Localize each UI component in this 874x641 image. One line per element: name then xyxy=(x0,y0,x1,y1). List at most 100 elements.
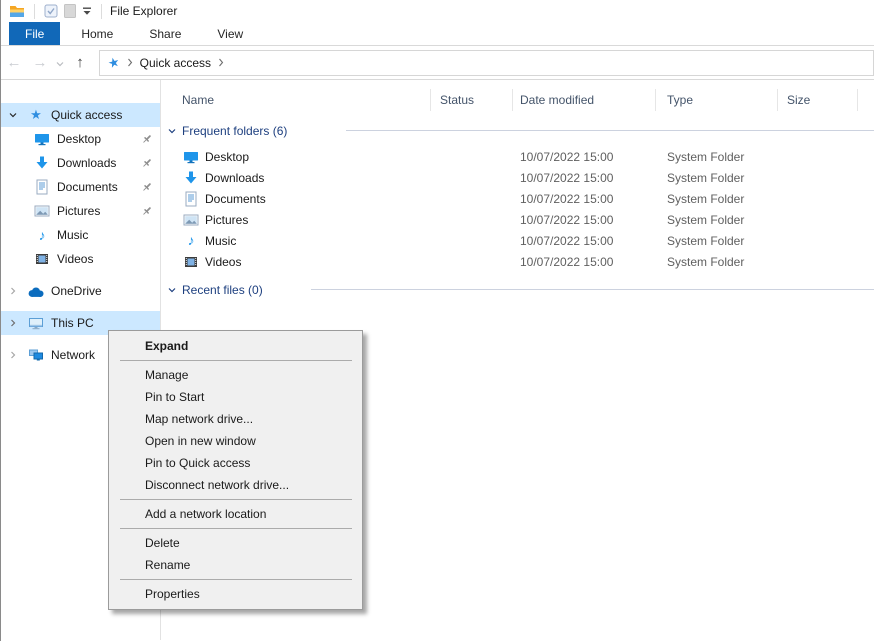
column-separator[interactable] xyxy=(857,89,858,111)
menu-item-rename[interactable]: Rename xyxy=(109,554,362,576)
column-separator[interactable] xyxy=(655,89,656,111)
chevron-right-icon[interactable] xyxy=(8,318,20,328)
file-type: System Folder xyxy=(667,231,744,252)
menu-separator xyxy=(120,360,352,361)
title-bar: File Explorer xyxy=(1,0,874,22)
menu-item-manage[interactable]: Manage xyxy=(109,364,362,386)
column-separator[interactable] xyxy=(777,89,778,111)
sidebar-item-label: Network xyxy=(51,348,95,362)
sidebar-item-videos[interactable]: Videos xyxy=(1,247,160,271)
column-separator[interactable] xyxy=(430,89,431,111)
titlebar-separator xyxy=(34,4,35,19)
column-header-name[interactable]: Name xyxy=(182,86,214,114)
menu-item-add-network-location[interactable]: Add a network location xyxy=(109,503,362,525)
back-arrow-icon[interactable]: ← xyxy=(1,50,27,76)
qat-newfolder-icon[interactable] xyxy=(61,1,79,21)
file-name: Desktop xyxy=(205,147,249,168)
desktop-icon xyxy=(183,149,199,165)
sidebar-item-quick-access[interactable]: ★ Quick access xyxy=(1,103,160,127)
chevron-down-icon xyxy=(167,285,177,295)
menu-item-disconnect-network-drive[interactable]: Disconnect network drive... xyxy=(109,474,362,496)
file-name: Videos xyxy=(205,252,241,273)
file-name: Downloads xyxy=(205,168,264,189)
file-date-modified: 10/07/2022 15:00 xyxy=(520,147,613,168)
qat-properties-icon[interactable] xyxy=(41,1,61,21)
menu-item-delete[interactable]: Delete xyxy=(109,532,362,554)
window-title: File Explorer xyxy=(110,4,177,18)
qat-customize-caret-icon[interactable] xyxy=(79,1,95,21)
sidebar-item-label: Videos xyxy=(57,252,93,266)
sidebar-item-downloads[interactable]: Downloads xyxy=(1,151,160,175)
file-row-music[interactable]: ♪ Music 10/07/2022 15:00 System Folder xyxy=(161,231,874,252)
sidebar-item-music[interactable]: ♪ Music xyxy=(1,223,160,247)
file-name: Documents xyxy=(205,189,266,210)
videos-icon xyxy=(183,254,199,270)
file-row-downloads[interactable]: Downloads 10/07/2022 15:00 System Folder xyxy=(161,168,874,189)
app-folder-icon xyxy=(6,1,28,21)
pin-icon xyxy=(141,157,153,172)
tab-view[interactable]: View xyxy=(202,22,258,45)
file-row-documents[interactable]: Documents 10/07/2022 15:00 System Folder xyxy=(161,189,874,210)
group-rule xyxy=(311,289,874,290)
sidebar-item-label: This PC xyxy=(51,316,94,330)
pin-icon xyxy=(141,133,153,148)
onedrive-cloud-icon xyxy=(27,285,45,298)
breadcrumb-chevron-icon[interactable] xyxy=(127,58,133,67)
pictures-icon xyxy=(183,212,199,228)
sidebar-item-label: Music xyxy=(57,228,88,242)
menu-separator xyxy=(120,528,352,529)
file-type: System Folder xyxy=(667,252,744,273)
menu-item-open-in-new-window[interactable]: Open in new window xyxy=(109,430,362,452)
column-header-date-modified[interactable]: Date modified xyxy=(520,86,594,114)
menu-separator xyxy=(120,499,352,500)
menu-item-map-network-drive[interactable]: Map network drive... xyxy=(109,408,362,430)
chevron-down-icon[interactable] xyxy=(8,110,20,120)
file-row-videos[interactable]: Videos 10/07/2022 15:00 System Folder xyxy=(161,252,874,273)
group-header-frequent-folders[interactable]: Frequent folders (6) xyxy=(167,120,287,141)
menu-item-expand[interactable]: Expand xyxy=(109,335,362,357)
sidebar-item-desktop[interactable]: Desktop xyxy=(1,127,160,151)
network-icon xyxy=(27,347,45,363)
this-pc-monitor-icon xyxy=(27,315,45,331)
quick-access-star-icon: ★ xyxy=(27,107,45,123)
sidebar-item-pictures[interactable]: Pictures xyxy=(1,199,160,223)
column-separator[interactable] xyxy=(512,89,513,111)
column-header-type[interactable]: Type xyxy=(667,86,693,114)
group-header-recent-files[interactable]: Recent files (0) xyxy=(167,279,263,300)
group-rule xyxy=(346,130,874,131)
breadcrumb-chevron-icon[interactable] xyxy=(218,58,224,67)
context-menu: Expand Manage Pin to Start Map network d… xyxy=(108,330,363,610)
tab-file[interactable]: File xyxy=(9,22,60,45)
file-row-pictures[interactable]: Pictures 10/07/2022 15:00 System Folder xyxy=(161,210,874,231)
menu-item-properties[interactable]: Properties xyxy=(109,583,362,605)
file-date-modified: 10/07/2022 15:00 xyxy=(520,210,613,231)
pin-icon xyxy=(141,181,153,196)
pictures-icon xyxy=(33,203,51,219)
sidebar-item-documents[interactable]: Documents xyxy=(1,175,160,199)
menu-separator xyxy=(120,579,352,580)
navigation-bar: ← → ↑ ★ Quick access xyxy=(1,46,874,80)
tab-share[interactable]: Share xyxy=(134,22,196,45)
column-header-size[interactable]: Size xyxy=(787,86,810,114)
address-bar[interactable]: ★ Quick access xyxy=(99,50,874,76)
file-date-modified: 10/07/2022 15:00 xyxy=(520,168,613,189)
menu-item-pin-to-quick-access[interactable]: Pin to Quick access xyxy=(109,452,362,474)
up-arrow-icon[interactable]: ↑ xyxy=(67,50,93,76)
chevron-right-icon[interactable] xyxy=(8,286,20,296)
sidebar-item-label: OneDrive xyxy=(51,284,102,298)
sidebar-item-label: Documents xyxy=(57,180,118,194)
file-type: System Folder xyxy=(667,210,744,231)
recent-locations-chevron-icon[interactable] xyxy=(53,50,67,76)
downloads-icon xyxy=(183,170,199,186)
documents-icon xyxy=(183,191,199,207)
tab-home[interactable]: Home xyxy=(66,22,128,45)
sidebar-item-onedrive[interactable]: OneDrive xyxy=(1,279,160,303)
breadcrumb-quick-access[interactable]: Quick access xyxy=(140,56,211,70)
file-row-desktop[interactable]: Desktop 10/07/2022 15:00 System Folder xyxy=(161,147,874,168)
file-type: System Folder xyxy=(667,168,744,189)
chevron-right-icon[interactable] xyxy=(8,350,20,360)
file-explorer-window: File Explorer File Home Share View ← → ↑… xyxy=(0,0,874,641)
menu-item-pin-to-start[interactable]: Pin to Start xyxy=(109,386,362,408)
column-header-status[interactable]: Status xyxy=(440,86,474,114)
forward-arrow-icon[interactable]: → xyxy=(27,50,53,76)
